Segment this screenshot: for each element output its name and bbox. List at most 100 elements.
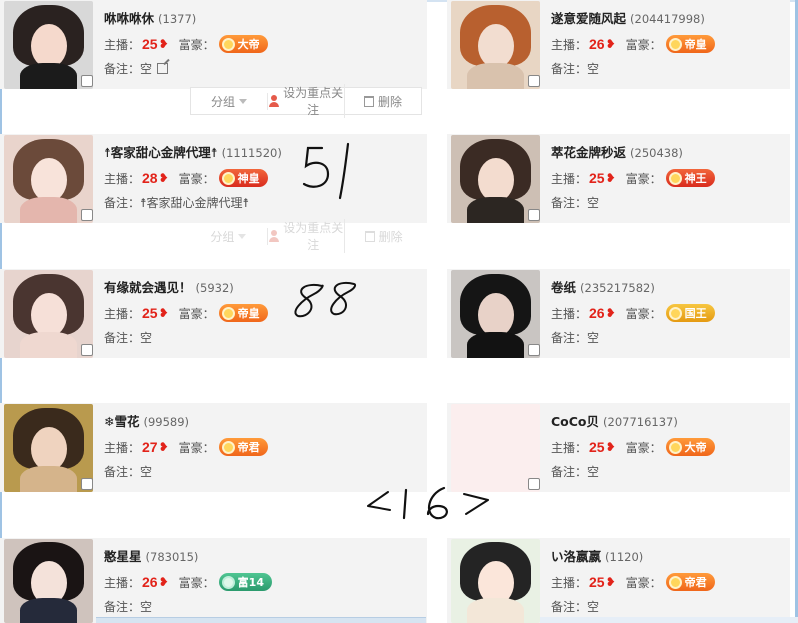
note-label: 备注： bbox=[551, 62, 588, 76]
user-name[interactable]: 遂意爱随风起 bbox=[551, 11, 626, 26]
note-value: 空 bbox=[587, 600, 600, 614]
heart-icon: ❥ bbox=[605, 37, 616, 51]
group-button[interactable]: 分组 bbox=[190, 227, 268, 245]
select-checkbox[interactable] bbox=[81, 478, 93, 490]
anchor-label: 主播： bbox=[104, 575, 141, 590]
heart-icon: ❥ bbox=[605, 575, 616, 589]
rich-label: 富豪： bbox=[178, 306, 215, 321]
user-name[interactable]: 有缘就会遇见！ bbox=[104, 280, 192, 295]
anchor-label: 主播： bbox=[551, 440, 588, 455]
rich-badge: 帝君 bbox=[665, 573, 715, 591]
user-card[interactable]: 咻咻咻休 (1377) 主播： 25 ❥ 富豪： 大帝 备注：空 bbox=[0, 0, 427, 89]
user-id: (204417998) bbox=[630, 12, 705, 26]
rich-badge: 神王 bbox=[665, 169, 715, 187]
user-card[interactable]: ☨客家甜心金牌代理☨ (1111520) 主播： 28 ❥ 富豪： 神皇 备注：☨客… bbox=[0, 134, 427, 223]
note-value: 空 bbox=[587, 465, 600, 479]
crown-icon bbox=[668, 171, 682, 185]
user-card[interactable]: い洛嬴嬴 (1120) 主播： 25 ❥ 富豪： 帝君 备注：空 bbox=[447, 538, 790, 623]
anchor-label: 主播： bbox=[104, 171, 141, 186]
delete-button[interactable]: 删除 bbox=[345, 93, 421, 110]
user-name[interactable]: CoCo贝 bbox=[551, 414, 599, 429]
person-add-icon bbox=[268, 230, 280, 242]
user-name[interactable]: 咻咻咻休 bbox=[104, 11, 154, 26]
user-card[interactable]: 萃花金牌秒返 (250438) 主播： 25 ❥ 富豪： 神王 备注：空 bbox=[447, 134, 790, 223]
rich-badge: 帝皇 bbox=[665, 35, 715, 53]
rich-label: 富豪： bbox=[178, 171, 215, 186]
note-label: 备注： bbox=[104, 600, 141, 614]
note-label: 备注： bbox=[104, 465, 141, 479]
status-strip bbox=[540, 617, 798, 623]
user-id: (99589) bbox=[143, 415, 190, 429]
delete-button[interactable]: 删除 bbox=[345, 228, 422, 245]
avatar[interactable] bbox=[451, 539, 540, 623]
rich-label: 富豪： bbox=[625, 306, 662, 321]
anchor-label: 主播： bbox=[551, 171, 588, 186]
note-value: 空 bbox=[140, 62, 153, 76]
anchor-level: 26 bbox=[589, 36, 605, 52]
trash-icon bbox=[364, 230, 375, 242]
rich-badge: 神皇 bbox=[218, 169, 268, 187]
select-checkbox[interactable] bbox=[528, 75, 540, 87]
user-card[interactable]: ❄雪花 (99589) 主播： 27 ❥ 富豪： 帝君 备注：空 bbox=[0, 403, 427, 492]
select-checkbox[interactable] bbox=[528, 344, 540, 356]
select-checkbox[interactable] bbox=[528, 209, 540, 221]
follow-button[interactable]: 设为重点关注 bbox=[268, 84, 345, 118]
user-name[interactable]: ☨客家甜心金牌代理☨ bbox=[104, 145, 218, 160]
crown-icon bbox=[221, 171, 235, 185]
group-button[interactable]: 分组 bbox=[191, 92, 268, 110]
select-checkbox[interactable] bbox=[528, 478, 540, 490]
avatar[interactable] bbox=[451, 404, 540, 492]
rich-label: 富豪： bbox=[625, 440, 662, 455]
crown-icon bbox=[668, 575, 682, 589]
avatar[interactable] bbox=[451, 270, 540, 358]
user-card[interactable]: 有缘就会遇见！ (5932) 主播： 25 ❥ 富豪： 帝皇 备注：空 bbox=[0, 269, 427, 358]
rich-label: 富豪： bbox=[625, 171, 662, 186]
avatar[interactable] bbox=[4, 270, 93, 358]
rich-badge: 帝皇 bbox=[218, 304, 268, 322]
user-card[interactable]: CoCo贝 (207716137) 主播： 25 ❥ 富豪： 大帝 备注：空 bbox=[447, 403, 790, 492]
user-name[interactable]: い洛嬴嬴 bbox=[551, 549, 601, 564]
select-checkbox[interactable] bbox=[81, 209, 93, 221]
user-id: (1377) bbox=[158, 12, 197, 26]
rich-badge: 大帝 bbox=[665, 438, 715, 456]
avatar[interactable] bbox=[4, 1, 93, 89]
note-value: 空 bbox=[587, 196, 600, 210]
heart-icon: ❥ bbox=[158, 306, 169, 320]
person-add-icon bbox=[268, 95, 280, 107]
note-label: 备注： bbox=[551, 331, 588, 345]
avatar[interactable] bbox=[4, 135, 93, 223]
user-name[interactable]: 憨星星 bbox=[104, 549, 142, 564]
edit-icon[interactable] bbox=[157, 63, 169, 74]
select-checkbox[interactable] bbox=[81, 75, 93, 87]
user-name[interactable]: 卷纸 bbox=[551, 280, 576, 295]
note-label: 备注： bbox=[104, 62, 141, 76]
heart-icon: ❥ bbox=[158, 171, 169, 185]
horizontal-scrollbar[interactable] bbox=[96, 617, 426, 623]
crown-icon bbox=[668, 306, 682, 320]
note-label: 备注： bbox=[551, 196, 588, 210]
avatar[interactable] bbox=[4, 539, 93, 623]
note-value: 空 bbox=[587, 62, 600, 76]
crown-icon bbox=[668, 37, 682, 51]
select-checkbox[interactable] bbox=[81, 344, 93, 356]
heart-icon: ❥ bbox=[158, 575, 169, 589]
user-name[interactable]: ❄雪花 bbox=[104, 414, 139, 429]
user-card[interactable]: 卷纸 (235217582) 主播： 26 ❥ 富豪： 国王 备注：空 bbox=[447, 269, 790, 358]
follow-button[interactable]: 设为重点关注 bbox=[268, 219, 346, 253]
anchor-level: 25 bbox=[142, 305, 158, 321]
avatar[interactable] bbox=[451, 1, 540, 89]
user-card[interactable]: 憨星星 (783015) 主播： 26 ❥ 富豪： 富14 备注：空 bbox=[0, 538, 427, 623]
user-id: (1111520) bbox=[221, 146, 282, 160]
user-id: (235217582) bbox=[580, 281, 655, 295]
user-name[interactable]: 萃花金牌秒返 bbox=[551, 145, 626, 160]
diamond-icon bbox=[221, 575, 235, 589]
avatar[interactable] bbox=[4, 404, 93, 492]
anchor-level: 28 bbox=[142, 170, 158, 186]
note-label: 备注： bbox=[551, 600, 588, 614]
chevron-down-icon bbox=[239, 98, 247, 104]
heart-icon: ❥ bbox=[158, 440, 169, 454]
crown-icon bbox=[221, 37, 235, 51]
card-actions-bar: 分组 设为重点关注 删除 bbox=[190, 84, 422, 118]
avatar[interactable] bbox=[451, 135, 540, 223]
user-card[interactable]: 遂意爱随风起 (204417998) 主播： 26 ❥ 富豪： 帝皇 备注：空 bbox=[447, 0, 790, 89]
